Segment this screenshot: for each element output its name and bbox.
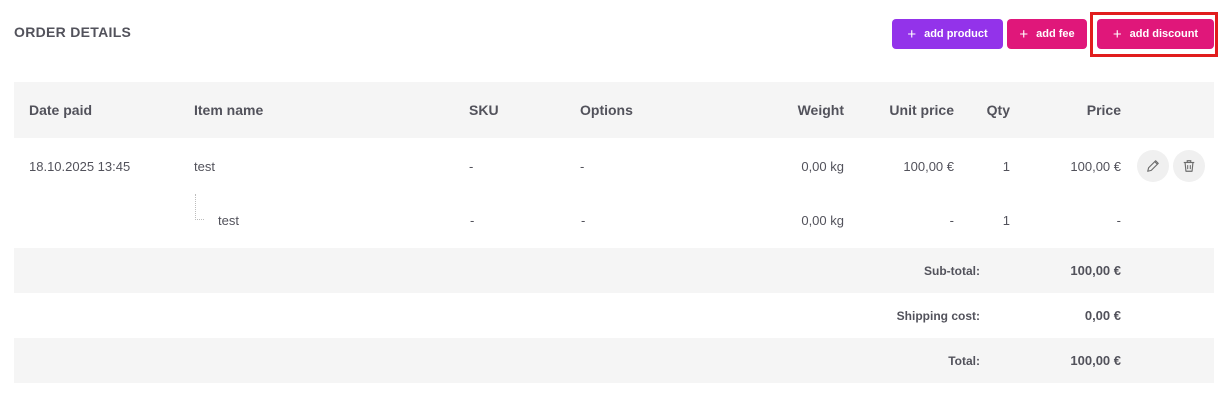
cell-options: - <box>581 213 586 228</box>
header-sku: SKU <box>469 102 499 118</box>
header-weight: Weight <box>797 102 844 118</box>
cell-date-paid: 18.10.2025 13:45 <box>29 159 131 174</box>
subtotal-label: Sub-total: <box>924 264 980 278</box>
trash-icon <box>1183 160 1195 172</box>
cell-item-name: test <box>218 213 239 228</box>
add-fee-label: add fee <box>1036 28 1075 40</box>
plus-icon: + <box>1112 25 1122 43</box>
delete-item-button[interactable] <box>1173 150 1205 182</box>
cell-unit-price: - <box>949 213 954 228</box>
cell-price: - <box>1116 213 1121 228</box>
header-item-name: Item name <box>194 102 264 118</box>
plus-icon: + <box>907 25 917 43</box>
add-discount-label: add discount <box>1129 28 1199 40</box>
header-qty: Qty <box>986 102 1010 118</box>
cell-qty: 1 <box>1002 213 1010 228</box>
pencil-icon <box>1147 160 1159 172</box>
tree-connector <box>195 194 204 220</box>
add-product-button[interactable]: + add product <box>892 19 1003 49</box>
header-date-paid: Date paid <box>29 102 93 118</box>
add-fee-button[interactable]: + add fee <box>1007 19 1087 49</box>
add-discount-button[interactable]: + add discount <box>1097 19 1214 49</box>
header-options: Options <box>580 102 633 118</box>
cell-item-name: test <box>194 159 215 174</box>
cell-price: 100,00 € <box>1070 159 1121 174</box>
cell-weight: 0,00 kg <box>801 159 844 174</box>
shipping-label: Shipping cost: <box>896 309 980 323</box>
total-label: Total: <box>948 354 980 368</box>
plus-icon: + <box>1019 25 1029 43</box>
page-title: ORDER DETAILS <box>14 24 132 40</box>
cell-options: - <box>580 159 585 174</box>
add-product-label: add product <box>924 28 988 40</box>
cell-sku: - <box>470 213 475 228</box>
cell-weight: 0,00 kg <box>801 213 844 228</box>
shipping-value: 0,00 € <box>1084 308 1121 323</box>
header-price: Price <box>1086 102 1121 118</box>
total-value: 100,00 € <box>1070 353 1121 368</box>
edit-item-button[interactable] <box>1137 150 1169 182</box>
cell-qty: 1 <box>1002 159 1010 174</box>
cell-sku: - <box>469 159 474 174</box>
cell-unit-price: 100,00 € <box>903 159 954 174</box>
subtotal-value: 100,00 € <box>1070 263 1121 278</box>
header-unit-price: Unit price <box>889 102 954 118</box>
